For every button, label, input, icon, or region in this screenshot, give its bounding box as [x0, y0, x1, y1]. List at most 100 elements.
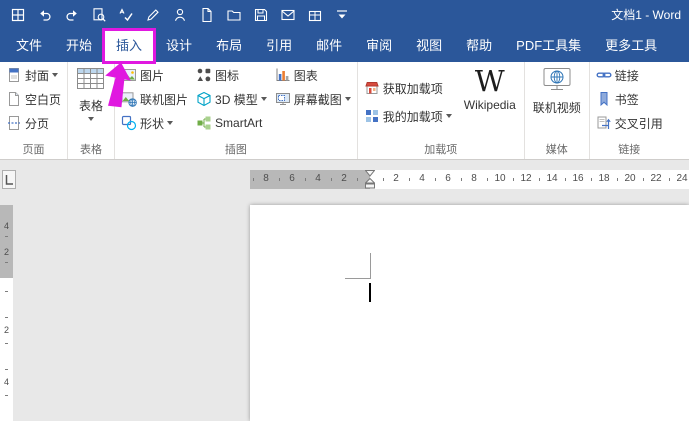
group-label-illustrations: 插图 [224, 144, 247, 156]
get-addins-icon [364, 80, 380, 96]
three-d-model-icon [196, 91, 212, 107]
cover-page-icon [6, 67, 22, 83]
edit-document-icon[interactable] [144, 7, 161, 24]
chart-icon [275, 67, 291, 83]
ruler-number: 16 [572, 173, 584, 184]
cross-reference-button[interactable]: 交叉引用 [593, 111, 666, 135]
tab-mailings[interactable]: 邮件 [304, 30, 354, 62]
smartart-icon [196, 115, 212, 131]
word-app-icon[interactable] [9, 7, 26, 24]
horizontal-ruler[interactable]: 8 6 4 2 2 4 6 8 10 12 14 16 18 20 22 24 [250, 170, 689, 189]
ruler-number: 20 [624, 173, 636, 184]
email-icon[interactable] [279, 7, 296, 24]
screenshot-icon [275, 91, 291, 107]
tab-help[interactable]: 帮助 [454, 30, 504, 62]
group-label-pages: 页面 [22, 144, 45, 156]
online-video-icon [542, 66, 572, 97]
cross-reference-icon [596, 115, 612, 131]
ruler-number: 4 [419, 173, 425, 184]
chevron-down-icon [445, 114, 452, 118]
ruler-text-section: 2 4 [0, 278, 13, 421]
three-d-model-button[interactable]: 3D 模型 [193, 87, 270, 111]
screenshot-button[interactable]: 屏幕截图 [272, 87, 354, 111]
save-icon[interactable] [252, 7, 269, 24]
chart-button[interactable]: 图表 [272, 63, 354, 87]
redo-icon[interactable] [63, 7, 80, 24]
link-button[interactable]: 链接 [593, 63, 666, 87]
customize-qat-icon[interactable] [333, 7, 350, 24]
ruler-number: 2 [3, 247, 9, 257]
tab-home[interactable]: 开始 [54, 30, 104, 62]
ribbon-group-links: 链接 书签 交叉引用 链接 [590, 62, 669, 159]
tab-more-tools[interactable]: 更多工具 [593, 30, 669, 62]
open-folder-icon[interactable] [225, 7, 242, 24]
tab-insert-label: 插入 [116, 38, 143, 53]
chevron-down-icon [260, 97, 267, 101]
page-break-button[interactable]: 分页 [3, 111, 64, 135]
signature-icon[interactable] [171, 7, 188, 24]
print-preview-icon[interactable] [90, 7, 107, 24]
tab-insert[interactable]: 插入 [102, 28, 157, 64]
cover-page-button[interactable]: 封面 [3, 63, 64, 87]
vertical-ruler[interactable]: 4 2 2 4 [0, 205, 13, 421]
ruler-margin-section: 8 6 4 2 [250, 170, 370, 189]
tab-selector[interactable] [2, 170, 16, 189]
ruler-number: 2 [3, 325, 9, 335]
chevron-down-icon [167, 121, 174, 125]
word-window: 文档1 - Word 文件 开始 插入 设计 布局 引用 邮件 审阅 视图 帮助… [0, 0, 689, 421]
group-label-links: 链接 [618, 144, 641, 156]
ruler-ticks [5, 236, 8, 278]
callout-arrow [105, 62, 131, 108]
group-label-addins: 加载项 [424, 144, 458, 156]
tab-layout[interactable]: 布局 [204, 30, 254, 62]
document-page[interactable] [250, 205, 689, 421]
group-label-media: 媒体 [545, 144, 568, 156]
ruler-number: 12 [520, 173, 532, 184]
text-cursor [369, 283, 371, 302]
ribbon-group-addins: 获取加载项 我的加载项 W Wikipedia 加载项 [358, 62, 525, 159]
ribbon-group-pages: 封面 空白页 分页 页面 [0, 62, 69, 159]
ruler-number: 2 [341, 173, 347, 184]
tab-file[interactable]: 文件 [4, 30, 54, 62]
ruler-number: 10 [494, 173, 506, 184]
chevron-down-icon [344, 97, 351, 101]
crop-mark [370, 253, 371, 279]
wikipedia-button[interactable]: W Wikipedia [459, 63, 521, 112]
ruler-number: 22 [650, 173, 662, 184]
tab-review[interactable]: 审阅 [354, 30, 404, 62]
blank-page-button[interactable]: 空白页 [3, 87, 64, 111]
crop-mark [345, 278, 371, 279]
ruler-text-section: 2 4 6 8 10 12 14 16 18 20 22 24 [365, 170, 689, 189]
package-icon[interactable] [306, 7, 323, 24]
ruler-number: 2 [393, 173, 399, 184]
bookmark-button[interactable]: 书签 [593, 87, 666, 111]
ruler-number: 18 [598, 173, 610, 184]
get-addins-button[interactable]: 获取加载项 [361, 76, 455, 100]
online-video-button[interactable]: 联机视频 [528, 63, 586, 116]
icons-button[interactable]: 图标 [193, 63, 270, 87]
smartart-button[interactable]: SmartArt [193, 111, 270, 135]
ruler-number: 8 [471, 173, 477, 184]
chevron-down-icon [52, 73, 59, 77]
tab-references[interactable]: 引用 [254, 30, 304, 62]
hanging-indent-marker[interactable] [365, 178, 375, 189]
undo-icon[interactable] [36, 7, 53, 24]
my-addins-button[interactable]: 我的加载项 [361, 104, 455, 128]
tab-view[interactable]: 视图 [404, 30, 454, 62]
tab-design[interactable]: 设计 [154, 30, 204, 62]
link-icon [596, 67, 612, 83]
my-addins-icon [364, 108, 380, 124]
ruler-ticks [383, 178, 689, 181]
new-document-icon[interactable] [198, 7, 215, 24]
spelling-check-icon[interactable] [117, 7, 134, 24]
first-line-indent-marker[interactable] [365, 170, 375, 177]
ruler-number: 4 [315, 173, 321, 184]
ruler-number: 4 [3, 221, 9, 231]
tab-selector-icon [5, 174, 13, 185]
group-label-tables: 表格 [80, 144, 103, 156]
ruler-margin-section: 4 2 [0, 205, 13, 278]
tab-pdf-tools[interactable]: PDF工具集 [504, 30, 593, 62]
ribbon-group-illustrations: 图片 联机图片 形状 图标 3D 模型 SmartArt 图表 屏幕截图 插图 [115, 62, 358, 159]
ruler-number: 6 [289, 173, 295, 184]
shapes-button[interactable]: 形状 [118, 111, 191, 135]
